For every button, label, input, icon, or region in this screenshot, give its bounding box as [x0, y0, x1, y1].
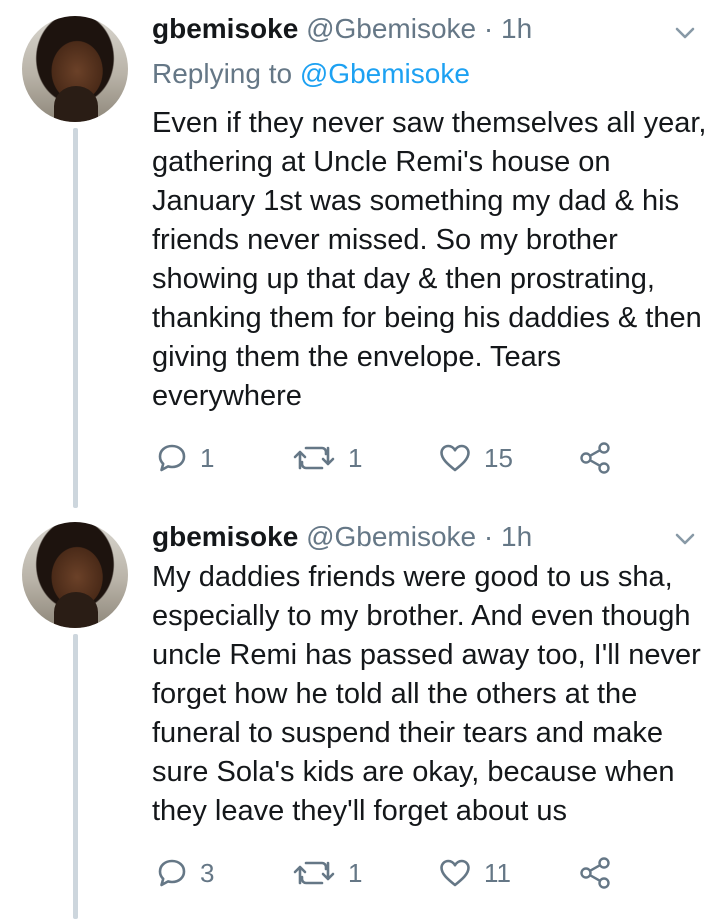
- separator-dot: ·: [483, 521, 494, 552]
- like-count: 11: [484, 857, 511, 888]
- avatar[interactable]: [22, 522, 128, 628]
- retweet-icon: [293, 446, 335, 470]
- tweet-text: Even if they never saw themselves all ye…: [152, 107, 707, 412]
- tweet-text: My daddies friends were good to us sha, …: [152, 561, 701, 827]
- display-name[interactable]: gbemisoke: [152, 521, 298, 552]
- like-button[interactable]: 15: [438, 438, 513, 478]
- reply-count: 1: [200, 442, 215, 473]
- heart-icon: [440, 444, 470, 472]
- display-name[interactable]: gbemisoke: [152, 13, 298, 44]
- thread-line: [73, 634, 78, 919]
- reply-count: 3: [200, 857, 215, 888]
- share-button[interactable]: [578, 438, 612, 478]
- reply-icon: [158, 859, 186, 887]
- replying-to-label: Replying to: [152, 58, 293, 89]
- timestamp[interactable]: 1h: [501, 13, 532, 44]
- reply-button[interactable]: 3: [156, 853, 214, 893]
- retweet-icon: [293, 861, 335, 885]
- share-icon: [580, 442, 610, 474]
- reply-icon: [158, 444, 186, 472]
- user-handle[interactable]: @Gbemisoke: [306, 13, 476, 44]
- like-button[interactable]: 11: [438, 853, 511, 893]
- replying-to-handle[interactable]: @Gbemisoke: [300, 58, 470, 89]
- thread-line: [73, 128, 78, 508]
- retweet-count: 1: [348, 442, 363, 473]
- chevron-down-icon[interactable]: [672, 526, 698, 552]
- share-icon: [580, 857, 610, 889]
- replying-to: Replying to @Gbemisoke: [152, 57, 470, 91]
- retweet-button[interactable]: 1: [292, 438, 362, 478]
- avatar[interactable]: [22, 16, 128, 122]
- tweet-1[interactable]: gbemisoke @Gbemisoke · 1h Replying to @G…: [0, 0, 720, 508]
- like-count: 15: [484, 442, 513, 473]
- separator-dot: ·: [483, 13, 494, 44]
- tweet-header: gbemisoke @Gbemisoke · 1h: [152, 12, 532, 46]
- timestamp[interactable]: 1h: [501, 521, 532, 552]
- tweet-actions: 1 1 15: [152, 438, 632, 478]
- chevron-down-icon[interactable]: [672, 20, 698, 46]
- tweet-actions: 3 1 11: [152, 853, 632, 893]
- user-handle[interactable]: @Gbemisoke: [306, 521, 476, 552]
- retweet-button[interactable]: 1: [292, 853, 362, 893]
- share-button[interactable]: [578, 853, 612, 893]
- retweet-count: 1: [348, 857, 363, 888]
- heart-icon: [440, 859, 470, 887]
- reply-button[interactable]: 1: [156, 438, 214, 478]
- tweet-2[interactable]: gbemisoke @Gbemisoke · 1h My daddies fri…: [0, 508, 720, 919]
- tweet-header: gbemisoke @Gbemisoke · 1h: [152, 520, 532, 554]
